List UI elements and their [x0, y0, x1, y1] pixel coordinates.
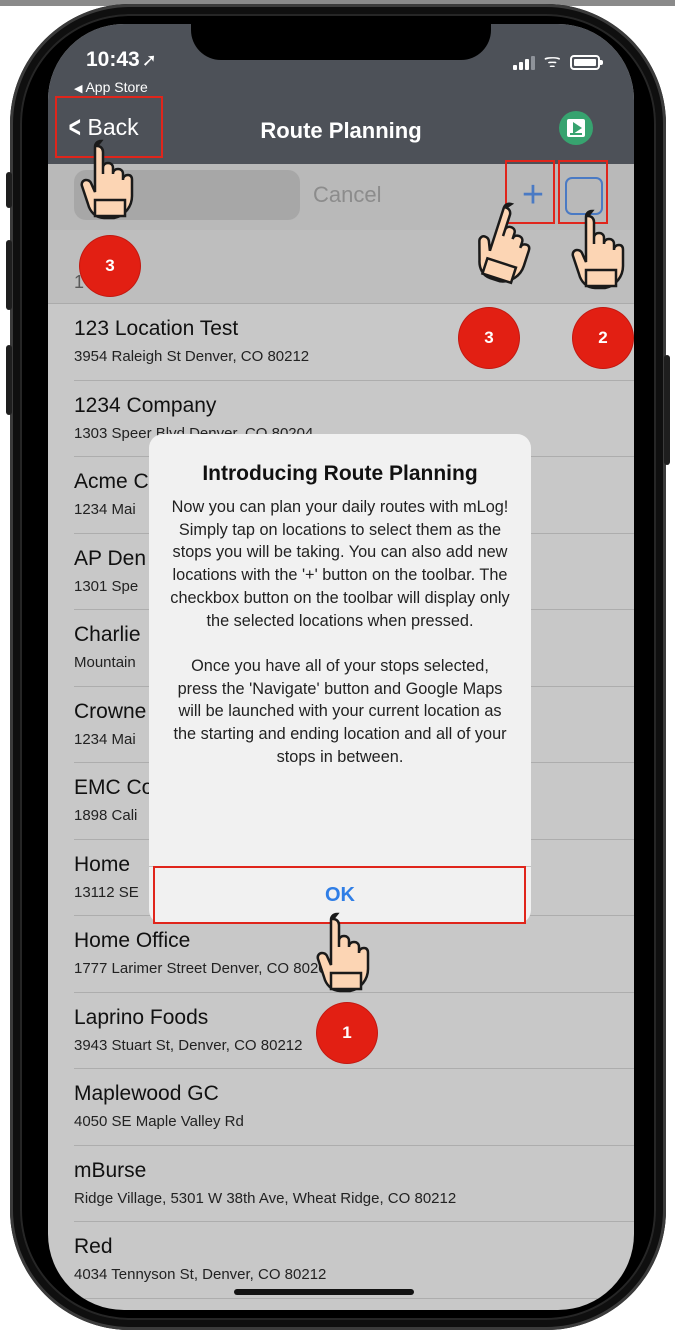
back-to-app-label: App Store [85, 79, 148, 95]
location-name: 1234 Company [74, 393, 217, 417]
power-button [664, 355, 670, 465]
hand-pointer-icon-back [77, 139, 137, 220]
location-name: Red [74, 1235, 113, 1258]
play-underline [570, 133, 582, 135]
cancel-button[interactable]: Cancel [313, 182, 381, 208]
battery-icon [570, 55, 603, 70]
location-address: 4050 SE Maple Valley Rd [74, 1113, 244, 1130]
video-tutorial-button[interactable] [559, 111, 593, 145]
location-address: Ridge Village, 5301 W 38th Ave, Wheat Ri… [74, 1189, 457, 1207]
hand-pointer-icon-ok [313, 912, 373, 993]
location-name: Maplewood GC [74, 1082, 219, 1105]
location-row[interactable]: Red 4034 Tennyson St, Denver, CO 80212 [48, 1222, 634, 1299]
volume-down-button [6, 345, 12, 415]
intro-dialog: Introducing Route Planning Now you can p… [149, 434, 531, 924]
location-name: EMC Co [74, 776, 154, 799]
step-badge-ok: 1 [317, 1003, 377, 1063]
home-indicator[interactable] [234, 1289, 414, 1295]
wifi-icon: ᯤ [543, 51, 561, 72]
location-address: Mountain [74, 654, 136, 671]
location-address: 1234 Mai [74, 730, 136, 748]
signal-icon [512, 56, 535, 70]
hand-pointer-icon-checkbox [568, 209, 628, 290]
location-address: 3943 Stuart St, Denver, CO 80212 [74, 1036, 303, 1054]
location-address: 1301 Spe [74, 577, 139, 595]
location-address: 1898 Cali [74, 807, 138, 824]
volume-up-button [6, 240, 12, 310]
location-name: AP Den [74, 546, 146, 570]
location-address: 13112 SE [74, 883, 139, 901]
status-indicators: ᯤ [512, 51, 603, 72]
step-badge-back: 3 [80, 236, 140, 296]
location-name: 123 Location Test [74, 317, 239, 340]
dialog-title: Introducing Route Planning [202, 462, 478, 485]
location-name: Laprino Foods [74, 1005, 209, 1029]
location-name: Home [74, 852, 131, 876]
location-name: mBurse [74, 1158, 147, 1182]
step-badge-add: 3 [459, 308, 519, 368]
dialog-message: Now you can plan your daily routes with … [170, 498, 510, 766]
location-address: 1777 Larimer Street Denver, CO 80202 [74, 960, 335, 977]
location-arrow-icon: ➚ [141, 50, 157, 70]
location-row[interactable]: mBurse Ridge Village, 5301 W 38th Ave, Wh… [48, 1146, 634, 1223]
location-address: 1234 Mai [74, 501, 136, 518]
location-address: 3954 Raleigh St Denver, CO 80212 [74, 348, 310, 365]
location-row[interactable]: 123 Location Test 3954 Raleigh St Denver,… [48, 304, 634, 381]
back-to-app-link[interactable]: ◀ App Store [74, 79, 148, 95]
notch [191, 24, 491, 60]
back-triangle-icon: ◀ [74, 83, 83, 95]
status-time: 10:43 ➚ [86, 48, 157, 71]
step-badge-checkbox: 2 [573, 308, 633, 368]
location-name: Charlie [74, 623, 141, 646]
location-name: Crowne [74, 699, 147, 723]
location-address: 4034 Tennyson St, Denver, CO 80212 [74, 1266, 327, 1283]
silent-switch [6, 172, 12, 208]
location-name: Acme C [74, 470, 149, 493]
location-name: Home Office [74, 929, 191, 952]
location-row[interactable]: Maplewood GC 4050 SE Maple Valley Rd [48, 1069, 634, 1146]
